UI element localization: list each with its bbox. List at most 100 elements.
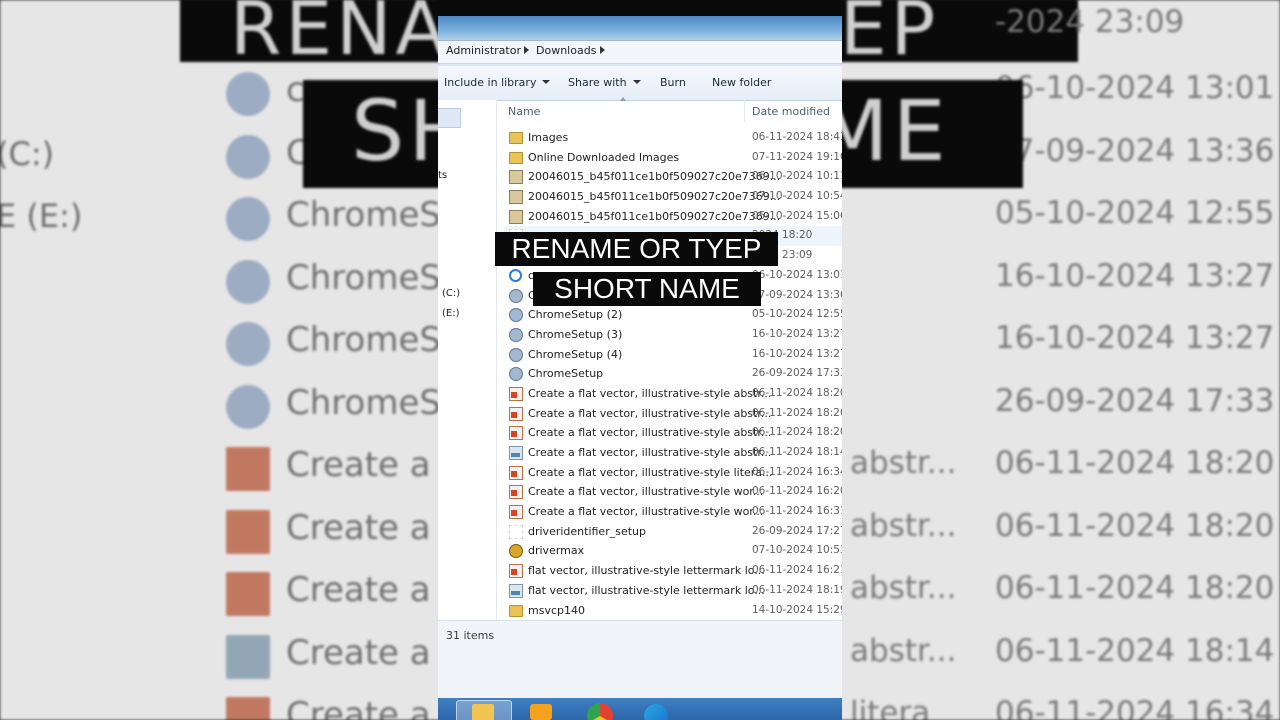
bg-row-name: ChromeSe <box>286 257 462 298</box>
file-row[interactable]: drivermax 07-10-2024 10:53 <box>504 541 842 561</box>
breadcrumb-administrator[interactable]: Administrator <box>446 44 521 57</box>
nav-item-drive-c[interactable]: (C:) <box>442 288 460 299</box>
file-row[interactable]: 20046015_b45f011ce1b0f509027c20e7369... 0… <box>504 207 842 227</box>
file-row[interactable]: 20046015_b45f011ce1b0f509027c20e7369... 0… <box>504 187 842 207</box>
file-row[interactable]: flat vector, illustrative-style letterma… <box>504 561 842 581</box>
column-header-date-modified[interactable]: Date modified <box>752 105 830 127</box>
media-player-icon[interactable] <box>530 704 552 720</box>
file-name: ChromeSetup (3) <box>528 327 623 341</box>
file-date-modified: 07-10-2024 10:54 <box>752 190 842 203</box>
file-row[interactable]: Create a flat vector, illustrative-style… <box>504 502 842 522</box>
chevron-down-icon <box>632 80 641 84</box>
caption-line-1: RENAME OR TYEP <box>495 232 778 266</box>
setup-icon <box>509 347 523 362</box>
file-date-modified: 14-10-2024 15:29 <box>752 603 842 616</box>
file-list: Images 06-11-2024 18:43 Online Downloaded … <box>504 128 842 620</box>
bg-row-date: 16-10-2024 13:27 <box>995 320 1275 356</box>
file-row[interactable]: Create a flat vector, illustrative-style… <box>504 463 842 483</box>
folder-icon <box>509 604 523 617</box>
include-in-library-label: Include in library <box>444 76 537 89</box>
status-bar: 31 items <box>438 620 842 699</box>
file-name: Images <box>528 131 569 144</box>
file-date-modified: 06-11-2024 18:14 <box>752 446 842 458</box>
image-icon <box>509 426 523 441</box>
bg-row-tail: abstr... <box>850 632 957 669</box>
file-date-modified: 05-10-2024 15:06 <box>752 209 842 222</box>
item-count: 31 items <box>446 629 495 642</box>
file-row[interactable]: Create a flat vector, illustrative-style… <box>504 443 842 463</box>
bg-row-name: Create a fl <box>286 695 463 720</box>
explorer-window: Administrator Downloads Include in libra… <box>438 0 842 720</box>
breadcrumb-downloads[interactable]: Downloads <box>536 44 596 57</box>
file-row[interactable]: Online Downloaded Images 07-11-2024 19:10 <box>504 148 842 168</box>
zip-icon <box>509 190 523 205</box>
file-row[interactable]: Create a flat vector, illustrative-style… <box>504 423 842 443</box>
bg-row-name: c <box>286 70 305 110</box>
file-row[interactable]: ChromeSetup 26-09-2024 17:33 <box>504 364 842 384</box>
setup-icon <box>509 288 523 303</box>
bg-row-date: 06-11-2024 18:20 <box>995 570 1275 606</box>
file-row[interactable]: ChromeSetup (4) 16-10-2024 13:27 <box>504 345 842 365</box>
bg-row-date: 05-10-2024 12:55 <box>995 195 1275 231</box>
file-row[interactable]: Images 06-11-2024 18:43 <box>504 128 842 148</box>
nav-item-documents[interactable]: ts <box>438 170 447 181</box>
bg-row-date: 06-11-2024 18:14 <box>995 632 1275 669</box>
setup-icon <box>226 322 270 366</box>
file-row[interactable]: driveridentifier_setup 26-09-2024 17:27 <box>504 522 842 542</box>
edge-icon[interactable] <box>644 704 668 720</box>
image-icon <box>509 406 523 421</box>
share-with-button[interactable]: Share with <box>568 76 641 89</box>
image-icon <box>226 697 270 720</box>
folder-icon[interactable] <box>472 704 494 720</box>
nav-item-drive-e[interactable]: (E:) <box>442 308 460 319</box>
file-row[interactable]: Create a flat vector, illustrative-style… <box>504 384 842 404</box>
file-date-modified: 05-10-2024 12:55 <box>752 308 842 321</box>
setup-icon <box>226 259 270 304</box>
file-date-modified: 06-11-2024 16:20 <box>752 485 842 498</box>
bg-row-name: ChromeSe <box>286 320 462 360</box>
file-name: ChromeSetup (4) <box>528 347 623 361</box>
bg-row-tail: litera <box>850 695 931 720</box>
new-folder-button[interactable]: New folder <box>712 76 771 89</box>
ie-icon <box>226 72 270 116</box>
file-row[interactable]: ChromeSetup (2) 05-10-2024 12:55 <box>504 305 842 325</box>
breadcrumb-arrow-icon[interactable] <box>600 46 605 54</box>
image-icon <box>509 564 523 579</box>
bg-left-nav: (C:) E (E:) <box>0 0 180 720</box>
bg-row-date: 06-11-2024 16:34 <box>995 695 1275 720</box>
file-date-modified: 06-11-2024 16:31 <box>752 505 842 518</box>
setup-icon <box>509 308 523 323</box>
file-row[interactable]: flat vector, illustrative-style letterma… <box>504 581 842 601</box>
file-row[interactable]: ChromeSetup (3) 16-10-2024 13:27 <box>504 325 842 345</box>
setup-icon <box>226 384 270 429</box>
file-name: flat vector, illustrative-style letterma… <box>528 583 765 597</box>
file-row[interactable]: 20046015_b45f011ce1b0f509027c20e7369... 0… <box>504 167 842 187</box>
file-name: Create a flat vector, illustrative-style… <box>528 426 772 440</box>
bg-row-date: 06-11-2024 18:20 <box>995 445 1275 481</box>
file-row[interactable]: Create a flat vector, illustrative-style… <box>504 482 842 502</box>
bg-row-tail: abstr... <box>850 445 957 481</box>
column-divider[interactable] <box>744 100 745 122</box>
include-in-library-button[interactable]: Include in library <box>444 76 551 89</box>
nav-selected-item[interactable] <box>438 108 461 128</box>
image-icon <box>509 465 523 480</box>
file-date-modified: 06-11-2024 18:20 <box>752 386 842 399</box>
zip-icon <box>509 170 523 185</box>
setup-icon <box>509 367 523 382</box>
caption-line-2: SHORT NAME <box>533 272 761 306</box>
file-date-modified: 26-09-2024 17:27 <box>752 524 842 537</box>
file-name: ChromeSetup (2) <box>528 308 623 322</box>
address-bar[interactable]: Administrator Downloads <box>438 40 842 64</box>
burn-button[interactable]: Burn <box>660 76 686 89</box>
file-name: Create a flat vector, illustrative-style… <box>528 465 773 479</box>
image-icon <box>509 505 523 520</box>
file-row[interactable]: msvcp140 14-10-2024 15:29 <box>504 601 842 621</box>
breadcrumb-arrow-icon[interactable] <box>524 46 529 54</box>
bg-row-name: Create a fl <box>286 632 463 673</box>
share-with-label: Share with <box>568 76 627 89</box>
file-row[interactable]: Create a flat vector, illustrative-style… <box>504 404 842 424</box>
bg-row-name: ChromeSe <box>286 382 462 423</box>
column-header-name[interactable]: Name <box>508 105 540 127</box>
chrome-icon[interactable] <box>587 703 613 720</box>
bg-row-date: 06-11-2024 18:20 <box>995 507 1275 544</box>
